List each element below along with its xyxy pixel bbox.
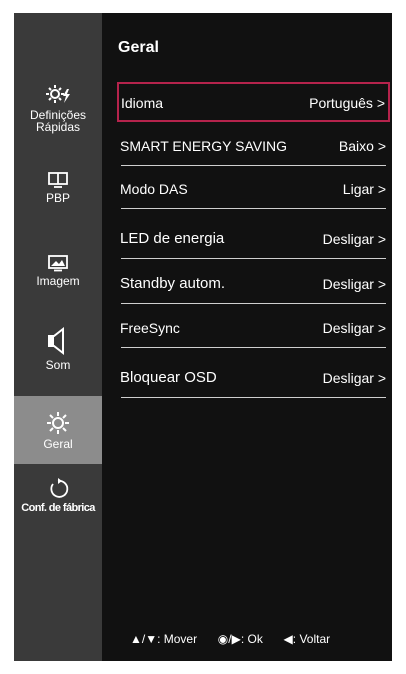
setting-value: Desligar > [322, 370, 386, 386]
ok-keys-icon: ◉/▶: [217, 632, 245, 646]
setting-value: Baixo > [338, 138, 386, 154]
gear-icon [47, 412, 69, 434]
speaker-icon [48, 326, 64, 356]
row-divider [121, 258, 386, 259]
row-divider [121, 208, 386, 209]
sidebar-item-pbp[interactable]: PBP [14, 171, 102, 221]
picture-icon [48, 255, 68, 272]
quick-settings-icon [46, 85, 70, 103]
setting-row-auto-standby[interactable]: Standby autom. Desligar > [117, 264, 390, 304]
setting-value: Ligar > [342, 181, 386, 197]
setting-value: Desligar > [322, 231, 386, 247]
setting-row-das-mode[interactable]: Modo DAS Ligar > [117, 169, 390, 209]
setting-name: Idioma [121, 95, 164, 111]
setting-name: Standby autom. [120, 275, 226, 292]
key-guide: ▲/▼: Mover ◉/▶: Ok ◀: Voltar [130, 632, 330, 646]
sidebar-item-label: Imagem [36, 274, 80, 288]
row-divider [121, 347, 386, 348]
reset-icon [50, 478, 69, 498]
osd-menu: Definições Rápidas PBP Imagem Som Geral … [14, 13, 392, 661]
setting-name: SMART ENERGY SAVING [120, 138, 288, 154]
setting-row-power-led[interactable]: LED de energia Desligar > [117, 219, 390, 259]
row-divider [121, 397, 386, 398]
pbp-icon [48, 172, 68, 188]
settings-panel: Geral Idioma Português > SMART ENERGY SA… [102, 13, 392, 661]
sidebar-item-picture[interactable]: Imagem [14, 254, 102, 304]
setting-row-language[interactable]: Idioma Português > [117, 82, 390, 122]
panel-title: Geral [118, 39, 159, 56]
move-keys-icon: ▲/▼: [130, 632, 161, 646]
row-divider [121, 303, 386, 304]
sidebar-item-label: Rápidas [35, 120, 81, 134]
setting-name: LED de energia [120, 230, 225, 247]
setting-value: Desligar > [322, 320, 386, 336]
ok-label: Ok [247, 632, 263, 646]
sidebar: Definições Rápidas PBP Imagem Som Geral … [14, 13, 102, 661]
sidebar-item-sound[interactable]: Som [14, 326, 102, 381]
sidebar-item-label: Geral [43, 437, 73, 451]
setting-row-smart-energy-saving[interactable]: SMART ENERGY SAVING Baixo > [117, 126, 390, 166]
row-divider [121, 165, 386, 166]
sidebar-item-general[interactable]: Geral [14, 396, 102, 464]
back-label: Voltar [299, 632, 331, 646]
setting-value: Desligar > [322, 276, 386, 292]
setting-name: Bloquear OSD [120, 369, 217, 386]
sidebar-item-label: Conf. de fábrica [21, 502, 95, 514]
setting-row-osd-lock[interactable]: Bloquear OSD Desligar > [117, 358, 390, 398]
sidebar-item-label: PBP [45, 191, 70, 205]
setting-name: FreeSync [120, 320, 180, 336]
sidebar-item-label: Som [45, 358, 71, 372]
back-key-icon: ◀: [283, 632, 297, 646]
move-label: Mover [163, 632, 198, 646]
setting-name: Modo DAS [120, 181, 188, 197]
setting-row-freesync[interactable]: FreeSync Desligar > [117, 308, 390, 348]
sidebar-item-factory-reset[interactable]: Conf. de fábrica [14, 478, 102, 528]
setting-value: Português > [309, 95, 385, 111]
sidebar-item-quick-settings[interactable]: Definições Rápidas [14, 83, 102, 143]
